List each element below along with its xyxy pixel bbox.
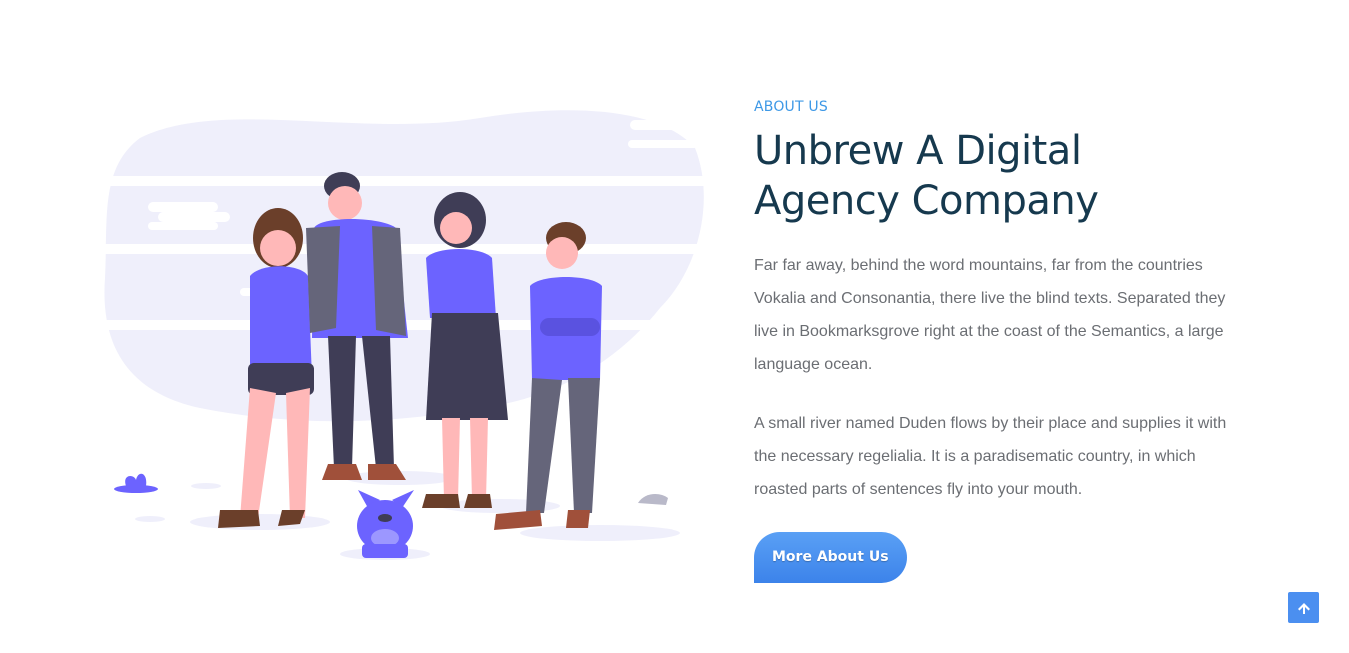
about-paragraph-2: A small river named Duden flows by their… [754, 415, 1227, 498]
about-section: ABOUT US Unbrew A Digital Agency Company… [754, 96, 1244, 583]
team-illustration [100, 108, 710, 568]
section-eyebrow: ABOUT US [754, 99, 828, 115]
about-paragraph-1: Far far away, behind the word mountains,… [754, 257, 1226, 373]
section-title: Unbrew A Digital Agency Company [754, 128, 1099, 224]
more-about-us-button[interactable]: More About Us [754, 532, 907, 583]
back-to-top-button[interactable] [1288, 592, 1319, 623]
arrow-up-icon [1297, 602, 1310, 614]
